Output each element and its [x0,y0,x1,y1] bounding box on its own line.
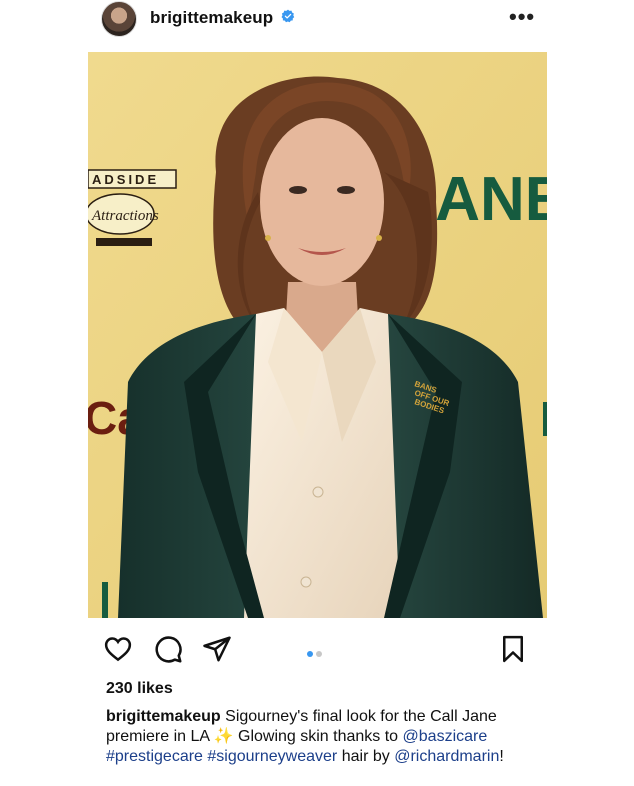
bookmark-icon[interactable] [498,634,528,664]
post-caption: brigittemakeup Sigourney's final look fo… [106,707,526,767]
hashtag-link[interactable]: #prestigecare [106,748,203,765]
caption-text: Glowing skin thanks to [238,728,399,745]
post-username[interactable]: brigittemakeup [150,8,273,28]
mention-link[interactable]: @baszicare [403,728,488,745]
caption-username[interactable]: brigittemakeup [106,708,221,725]
svg-text:Attractions: Attractions [91,208,159,224]
more-options-icon[interactable]: ••• [509,4,535,30]
share-icon[interactable] [202,634,232,664]
sparkles-emoji: ✨ [213,728,234,745]
comment-icon[interactable] [153,634,183,664]
hashtag-link[interactable]: #sigourneyweaver [207,748,337,765]
mention-link[interactable]: @richardmarin [394,748,499,765]
caption-text: ! [499,748,504,765]
backdrop-title: IANE [418,165,547,234]
caption-text: hair by [341,748,390,765]
carousel-dot-active [307,651,313,657]
verified-badge-icon [281,9,295,23]
likes-count[interactable]: 230 likes [106,680,173,698]
svg-text:ADSIDE: ADSIDE [92,172,159,187]
action-bar [0,630,634,670]
carousel-dot [316,651,322,657]
heart-icon[interactable] [103,634,133,664]
avatar[interactable] [101,1,137,37]
post-header: brigittemakeup ••• [0,0,634,40]
carousel-indicator [307,644,325,662]
post-image[interactable]: ADSIDE Attractions IANE Call [88,52,547,618]
